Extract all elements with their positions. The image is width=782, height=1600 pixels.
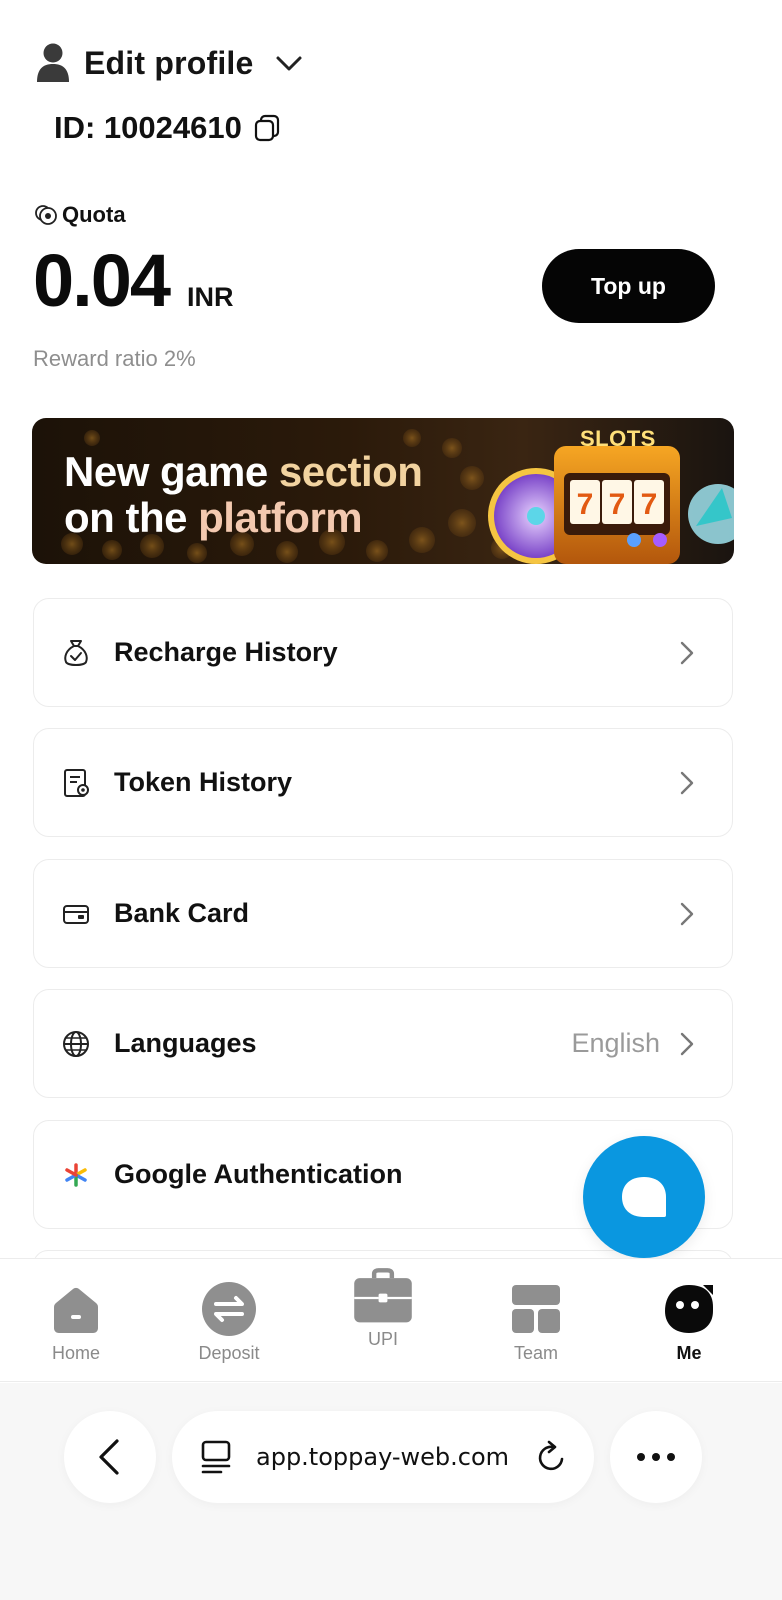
banner-headline-line2: on the platform [64, 494, 363, 541]
svg-text:7: 7 [577, 488, 594, 521]
menu-label: Bank Card [114, 898, 250, 928]
menu-label: Recharge History [114, 637, 338, 667]
briefcase-icon [354, 1268, 412, 1323]
chevron-right-icon [680, 641, 694, 664]
balance-display: 0.04 INR [33, 244, 234, 318]
chat-bubble-icon [622, 1177, 666, 1217]
menu-bank-card[interactable]: Bank Card [33, 859, 733, 968]
menu-label: Languages [114, 1028, 257, 1058]
chat-support-button[interactable] [583, 1136, 705, 1258]
quota-header: Quota [34, 202, 126, 228]
tab-me[interactable]: Me [629, 1259, 749, 1383]
chevron-right-icon [680, 1032, 694, 1055]
menu-recharge-history[interactable]: Recharge History [33, 598, 733, 707]
top-up-button[interactable]: Top up [542, 249, 715, 323]
tab-upi[interactable]: UPI [323, 1259, 443, 1383]
bottom-tab-bar: Home Deposit UPI Team Me [0, 1258, 782, 1382]
tab-label: Team [513, 1343, 558, 1363]
currency-label: INR [187, 282, 234, 312]
banner-headline-line1: New game section [64, 448, 423, 495]
user-id-row: ID: 10024610 [54, 110, 280, 146]
tab-team[interactable]: Team [476, 1259, 596, 1383]
user-id-text: ID: 10024610 [54, 110, 242, 145]
copy-icon[interactable] [254, 114, 280, 142]
tab-label: UPI [367, 1329, 398, 1349]
edit-profile-label: Edit profile [84, 44, 254, 81]
promo-banner[interactable]: 7 7 7 New game section on the platform S… [32, 418, 734, 564]
browser-toolbar: app.toppay-web.com [0, 1383, 782, 1600]
svg-text:7: 7 [609, 488, 626, 521]
more-dots-icon [637, 1453, 675, 1461]
menu-languages[interactable]: Languages English [33, 989, 733, 1098]
browser-address-bar[interactable]: app.toppay-web.com [172, 1411, 594, 1503]
chevron-down-icon [276, 56, 302, 71]
tab-label: Home [51, 1343, 100, 1363]
reload-icon[interactable] [536, 1440, 568, 1474]
banner-slots-label: SLOTS [580, 426, 656, 451]
browser-more-button[interactable] [610, 1411, 702, 1503]
google-auth-icon [65, 1162, 87, 1187]
menu-token-history[interactable]: Token History [33, 728, 733, 837]
team-icon [512, 1285, 560, 1333]
tab-deposit[interactable]: Deposit [169, 1259, 289, 1383]
quota-icon [35, 205, 57, 225]
quota-label: Quota [62, 202, 126, 227]
globe-icon [63, 1030, 89, 1057]
balance-amount: 0.04 [33, 239, 171, 322]
language-value: English [571, 1028, 660, 1058]
user-avatar-icon [37, 43, 69, 82]
back-arrow-icon [99, 1439, 119, 1475]
profile-header[interactable]: Edit profile [36, 40, 304, 86]
menu-label: Token History [114, 767, 293, 797]
tab-label: Deposit [198, 1343, 260, 1363]
home-icon [54, 1287, 98, 1333]
url-text: app.toppay-web.com [256, 1443, 510, 1471]
svg-text:7: 7 [641, 488, 658, 521]
tab-label: Me [676, 1343, 702, 1363]
deposit-icon [202, 1282, 256, 1336]
document-icon [64, 768, 89, 797]
chevron-right-icon [680, 771, 694, 794]
me-icon [665, 1285, 713, 1333]
card-icon [63, 904, 89, 924]
reward-ratio-text: Reward ratio 2% [33, 346, 196, 371]
browser-back-button[interactable] [64, 1411, 156, 1503]
menu-label: Google Authentication [114, 1159, 403, 1189]
site-info-icon [201, 1440, 231, 1474]
tab-home[interactable]: Home [16, 1259, 136, 1383]
chevron-right-icon [680, 902, 694, 925]
money-bag-icon [64, 639, 88, 666]
